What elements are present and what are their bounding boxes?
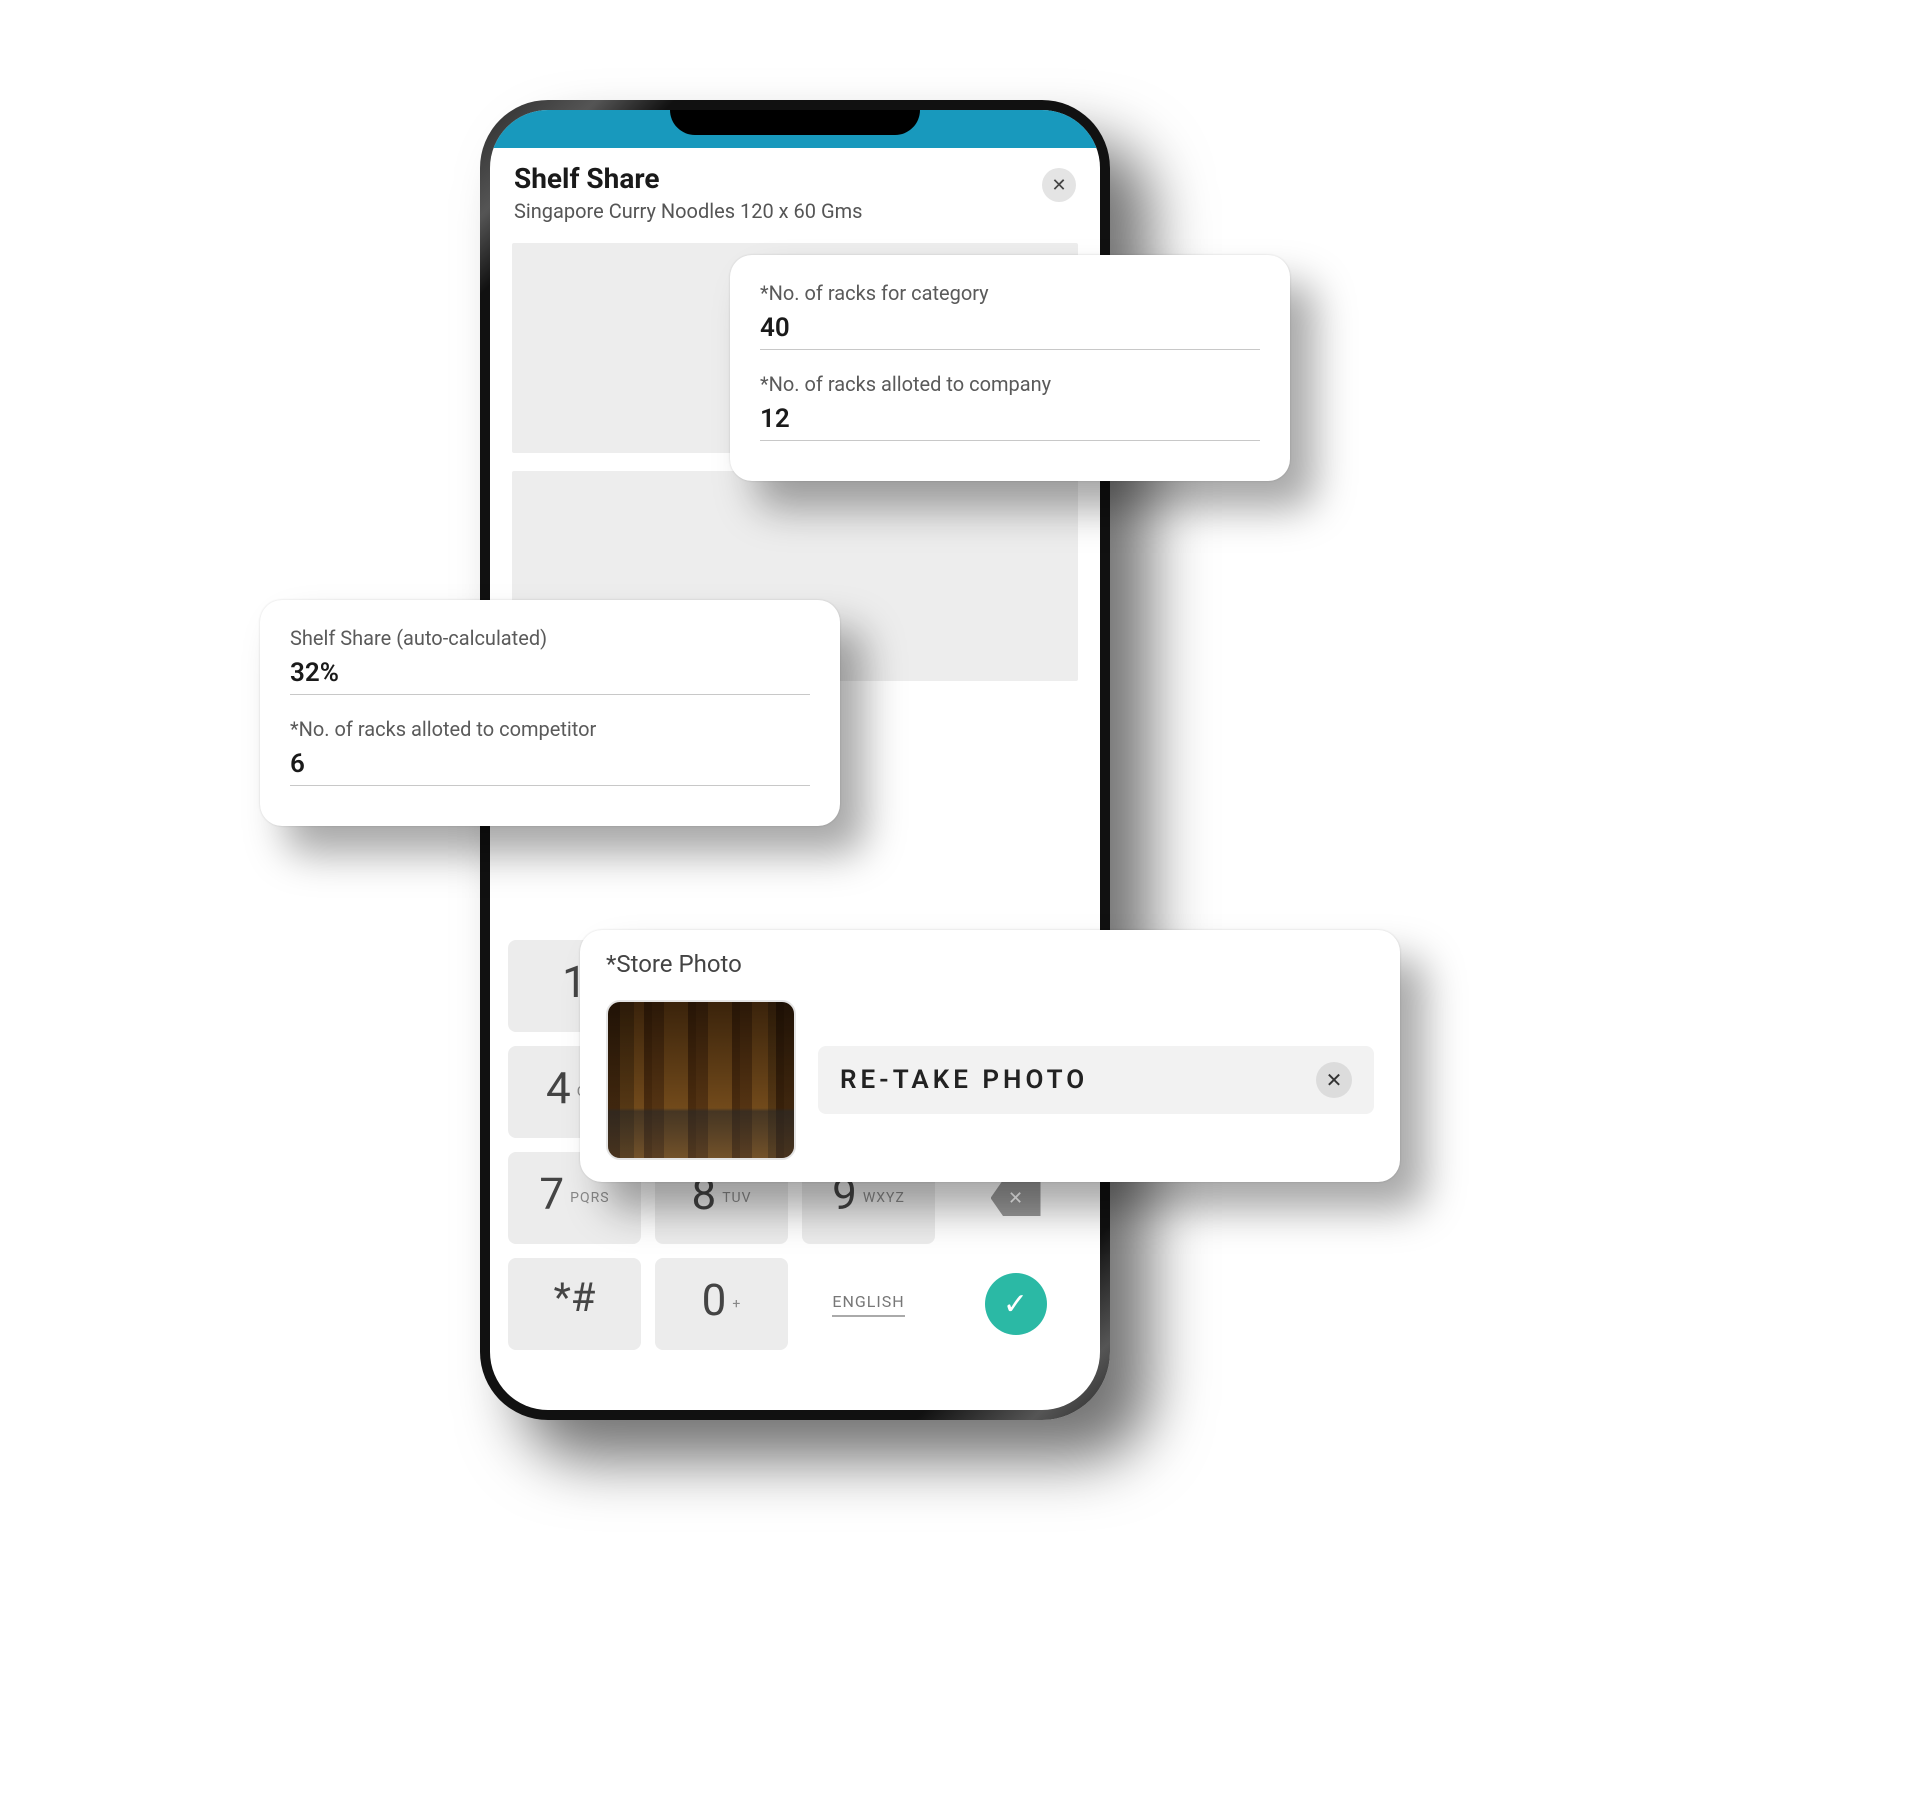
remove-photo-button[interactable]: ✕	[1316, 1062, 1352, 1098]
racks-category-input[interactable]: 40	[760, 313, 1260, 350]
page-title: Shelf Share	[514, 162, 1076, 195]
close-icon: ✕	[1326, 1068, 1343, 1092]
close-button[interactable]: ✕	[1042, 168, 1076, 202]
shelf-share-label: Shelf Share (auto-calculated)	[290, 626, 810, 650]
racks-category-label: *No. of racks for category	[760, 281, 1260, 305]
store-photo-label: *Store Photo	[606, 950, 1374, 978]
shelf-share-value: 32%	[290, 658, 810, 695]
key-confirm[interactable]: ✓	[949, 1258, 1082, 1350]
racks-competitor-label: *No. of racks alloted to competitor	[290, 717, 810, 741]
retake-photo-label: RE-TAKE PHOTO	[840, 1065, 1088, 1095]
page-subtitle: Singapore Curry Noodles 120 x 60 Gms	[514, 199, 1076, 223]
racks-competitor-input[interactable]: 6	[290, 749, 810, 786]
key-language[interactable]: ENGLISH	[802, 1258, 935, 1350]
backspace-icon: ✕	[991, 1180, 1041, 1216]
card-store-photo: *Store Photo RE-TAKE PHOTO ✕	[580, 930, 1400, 1182]
phone-notch	[670, 110, 920, 135]
app-header: Shelf Share Singapore Curry Noodles 120 …	[490, 148, 1100, 233]
racks-company-input[interactable]: 12	[760, 404, 1260, 441]
store-photo-thumbnail[interactable]	[606, 1000, 796, 1160]
card-shelf-share: Shelf Share (auto-calculated) 32% *No. o…	[260, 600, 840, 826]
key-0[interactable]: 0+	[655, 1258, 788, 1350]
retake-photo-button[interactable]: RE-TAKE PHOTO ✕	[818, 1046, 1374, 1114]
racks-company-label: *No. of racks alloted to company	[760, 372, 1260, 396]
card-racks-company: *No. of racks for category 40 *No. of ra…	[730, 255, 1290, 481]
check-icon: ✓	[985, 1273, 1047, 1335]
close-icon: ✕	[1051, 175, 1066, 196]
key-symbols[interactable]: *#	[508, 1258, 641, 1350]
